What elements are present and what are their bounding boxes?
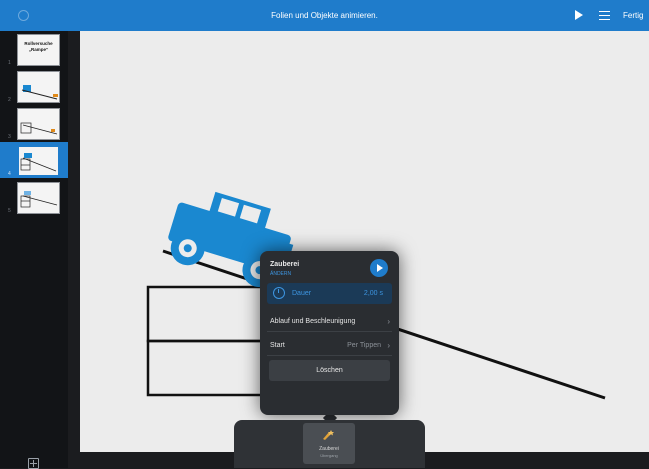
page-title: Folien und Objekte animieren. (271, 11, 378, 20)
done-button[interactable]: Fertig (623, 0, 643, 31)
slide-3-preview (20, 122, 58, 135)
chevron-right-icon: › (387, 341, 390, 350)
slide-2-preview (21, 85, 58, 100)
slide-number: 3 (8, 134, 11, 140)
chevron-right-icon: › (387, 317, 390, 326)
box-upper (146, 285, 270, 343)
box-lower (146, 339, 270, 397)
delete-button[interactable]: Löschen (269, 360, 390, 381)
slide-navigator: Rollversuche „Rampe“ 1 2 3 4 5 (0, 31, 68, 469)
effect-name: Zauberei (270, 261, 300, 268)
slide-number: 1 (8, 60, 11, 66)
slide-thumbnail-3[interactable] (17, 108, 60, 140)
preview-play-icon[interactable] (370, 259, 388, 277)
animation-popover: Zauberei ÄNDERN Dauer 2,00 s Ablauf und … (260, 251, 399, 415)
start-row[interactable]: Start Per Tippen › (267, 336, 392, 356)
slide-thumbnail-4[interactable] (17, 145, 60, 177)
sequence-acceleration-row[interactable]: Ablauf und Beschleunigung › (267, 312, 392, 332)
transition-tile-magic[interactable]: Zauberei Übergang (303, 423, 355, 464)
add-slide-icon[interactable] (28, 458, 39, 469)
effect-type[interactable]: ÄNDERN (270, 271, 291, 277)
clock-icon (273, 287, 285, 299)
slide-thumbnail-1[interactable]: Rollversuche „Rampe“ (17, 34, 60, 66)
top-toolbar: Folien und Objekte animieren. Fertig (0, 0, 649, 31)
start-value: Per Tippen (347, 342, 381, 349)
magic-icon (323, 430, 334, 440)
play-icon[interactable] (575, 10, 583, 20)
slide-number: 5 (8, 208, 11, 214)
slide-4-preview (20, 153, 57, 172)
slide-1-title: Rollversuche „Rampe“ (19, 41, 58, 53)
duration-control[interactable]: Dauer 2,00 s (267, 283, 392, 304)
slide-number: 2 (8, 97, 11, 103)
transition-tile-label: Zauberei (319, 446, 339, 452)
list-icon[interactable] (599, 11, 610, 20)
start-label: Start (270, 342, 285, 349)
slide-number: 4 (8, 171, 11, 177)
duration-label: Dauer (292, 290, 312, 297)
slide-1-title-line-1: Rollversuche (24, 41, 53, 46)
slide-thumbnail-5[interactable] (17, 182, 60, 214)
duration-value: 2,00 s (363, 290, 383, 297)
sequence-label: Ablauf und Beschleunigung (270, 318, 356, 325)
slide-1-title-line-2: „Rampe“ (28, 47, 49, 52)
slide-thumbnail-2[interactable] (17, 71, 60, 103)
transition-tile-sublabel: Übergang (320, 453, 338, 458)
slide-5-preview (20, 191, 58, 208)
